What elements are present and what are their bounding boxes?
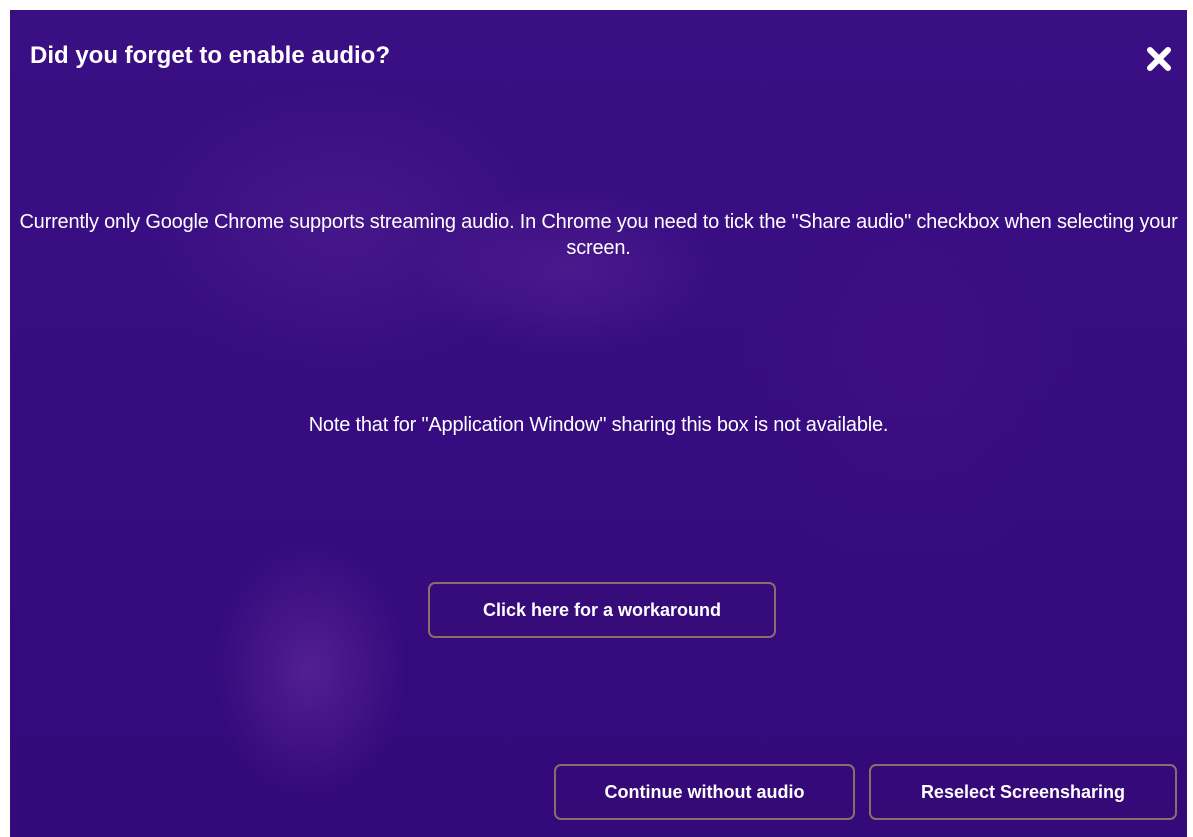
audio-warning-dialog: Did you forget to enable audio? Currentl… xyxy=(10,10,1187,837)
chrome-audio-message: Currently only Google Chrome supports st… xyxy=(19,211,1178,259)
workaround-button[interactable]: Click here for a workaround xyxy=(428,582,776,638)
application-window-note: Note that for "Application Window" shari… xyxy=(308,414,889,436)
dialog-title: Did you forget to enable audio? xyxy=(30,42,390,69)
close-button[interactable] xyxy=(1145,45,1173,73)
reselect-screensharing-button[interactable]: Reselect Screensharing xyxy=(869,764,1177,820)
continue-without-audio-button[interactable]: Continue without audio xyxy=(554,764,855,820)
close-x-icon xyxy=(1147,47,1171,71)
